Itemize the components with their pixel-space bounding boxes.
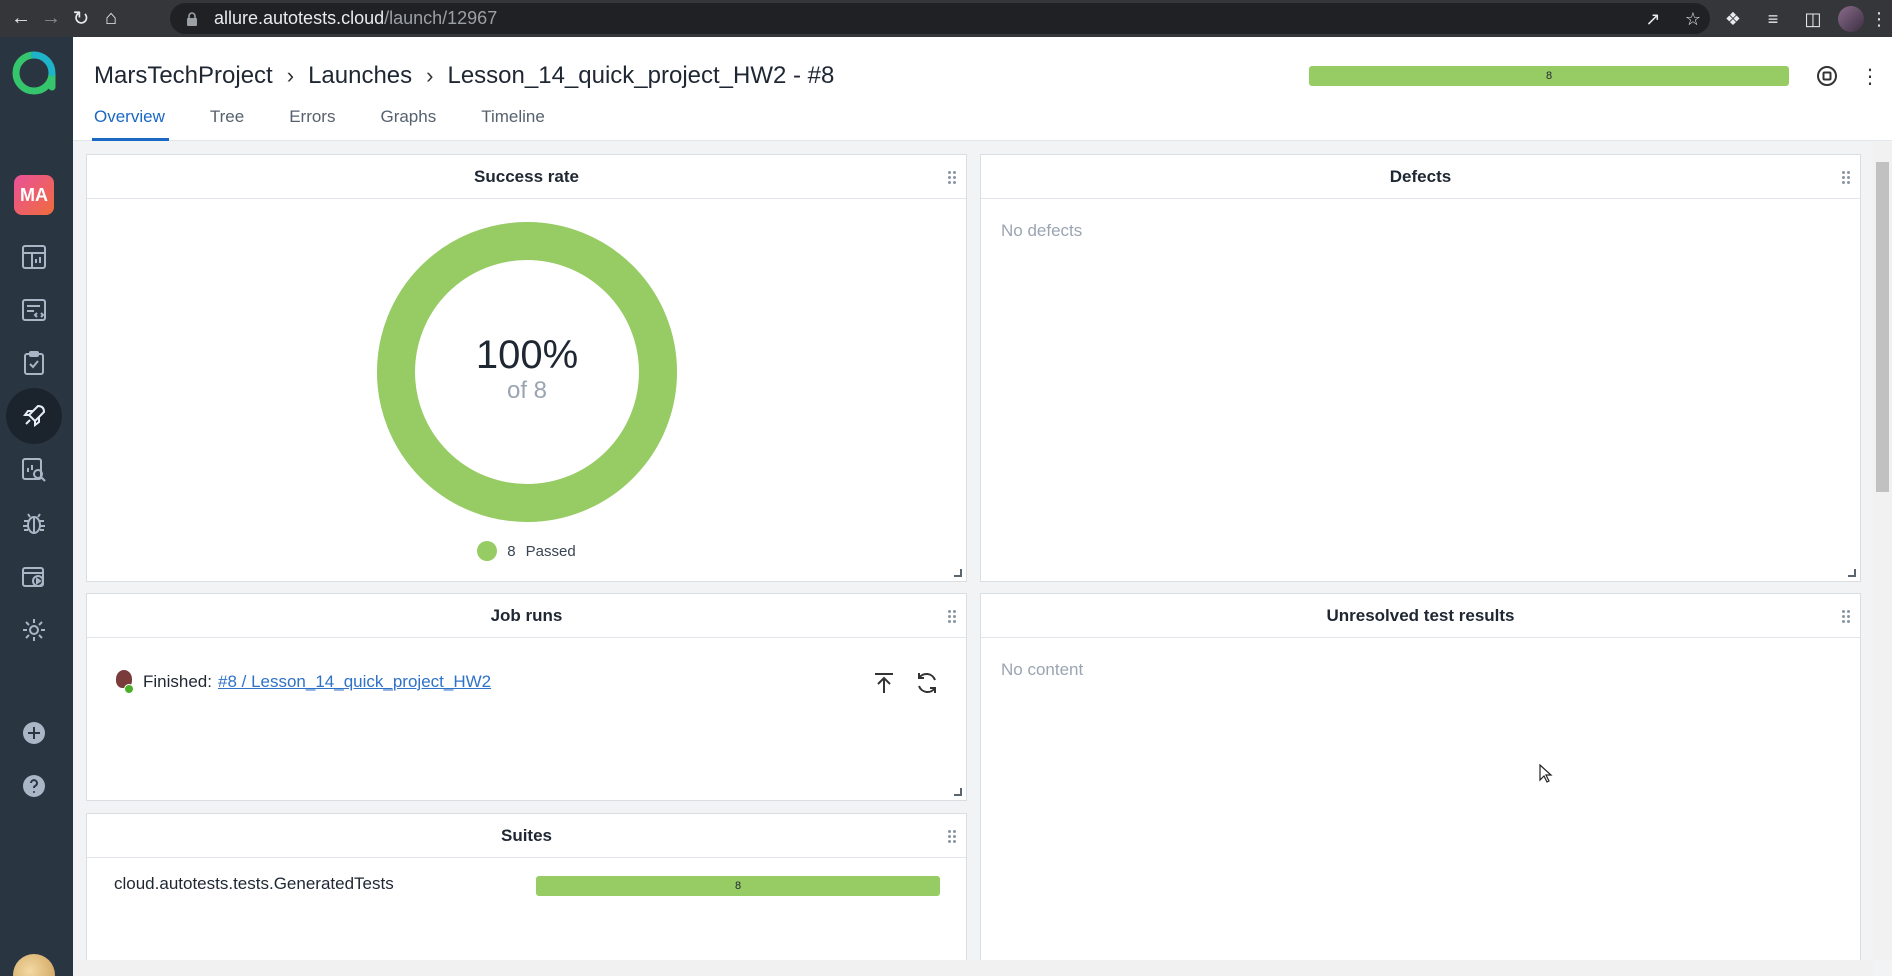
tab-tree[interactable]: Tree [210, 107, 244, 137]
passed-legend-dot [477, 541, 498, 561]
suites-widget: Suites cloud.autotests.tests.GeneratedTe… [86, 813, 967, 960]
widget-title: Job runs [87, 594, 966, 638]
sidebar-item-help[interactable] [6, 758, 62, 814]
breadcrumb-project[interactable]: MarsTechProject [94, 62, 273, 90]
horizontal-scrollbar[interactable] [73, 960, 1873, 976]
unresolved-test-results-widget: Unresolved test results No content [980, 593, 1861, 960]
drag-handle-icon[interactable] [1842, 610, 1852, 624]
sidebar-item-test-cases[interactable] [6, 282, 62, 338]
upload-icon[interactable] [870, 669, 898, 697]
drag-handle-icon[interactable] [948, 171, 958, 185]
dashboard-icon [22, 245, 46, 269]
sidebar-item-defects[interactable] [6, 495, 62, 551]
sidebar-item-analytics[interactable] [6, 442, 62, 498]
stop-launch-icon[interactable] [1812, 61, 1842, 91]
test-plans-icon [24, 351, 44, 375]
defects-widget: Defects No defects [980, 154, 1861, 582]
drag-handle-icon[interactable] [948, 830, 958, 844]
app-sidebar: MA 40 [0, 37, 73, 976]
sidebar-item-dashboards[interactable] [6, 229, 62, 285]
launch-status-count: 8 [1545, 70, 1553, 82]
defects-icon [23, 513, 45, 534]
url-host: allure.autotests.cloud [214, 8, 385, 28]
help-icon [23, 775, 45, 797]
suite-status-bar[interactable]: 8 [536, 876, 940, 896]
widget-title: Unresolved test results [981, 594, 1860, 638]
rerun-icon[interactable] [913, 669, 941, 697]
browser-toolbar: ← → ↻ ⌂ allure.autotests.cloud/launch/12… [0, 0, 1892, 37]
defects-empty-text: No defects [1001, 221, 1083, 240]
passed-label: Passed [525, 542, 576, 560]
more-menu-icon[interactable]: ⋮ [1855, 61, 1885, 91]
drag-handle-icon[interactable] [1842, 171, 1852, 185]
job-run-link[interactable]: #8 / Lesson_14_quick_project_HW2 [218, 672, 491, 692]
extensions-icon[interactable]: ❖ [1718, 4, 1748, 34]
unresolved-empty-text: No content [1001, 660, 1084, 679]
job-run-row: Finished: #8 / Lesson_14_quick_project_H… [115, 670, 491, 694]
scrollbar-thumb[interactable] [1876, 162, 1889, 492]
add-icon [23, 722, 45, 744]
job-runs-widget: Job runs Finished: #8 / Lesson_14_quick_… [86, 593, 967, 801]
forward-icon[interactable]: → [36, 4, 66, 34]
lock-icon [187, 11, 197, 26]
jobs-icon [22, 567, 44, 587]
sidebar-item-add[interactable] [6, 705, 62, 761]
breadcrumb-launch: Lesson_14_quick_project_HW2 - #8 [447, 62, 835, 89]
sidebar-item-launches[interactable] [6, 388, 62, 444]
sidebar-item-settings[interactable] [6, 602, 62, 658]
reload-icon[interactable]: ↻ [66, 4, 96, 34]
passed-count: 8 [507, 542, 516, 560]
side-panel-icon[interactable]: ◫ [1798, 4, 1828, 34]
media-icon[interactable]: ≡ [1758, 4, 1788, 34]
bookmark-star-icon[interactable]: ☆ [1678, 4, 1708, 34]
success-rate-legend: 8 Passed [87, 541, 966, 561]
project-avatar[interactable]: MA [14, 175, 54, 215]
success-rate-widget: Success rate 100% of 8 8 Passed [86, 154, 967, 582]
breadcrumb: MarsTechProject › Launches › Lesson_14_q… [94, 62, 834, 90]
success-rate-total: of 8 [506, 377, 548, 404]
launch-tabs: Overview Tree Errors Graphs Timeline [92, 107, 590, 141]
breadcrumb-launches[interactable]: Launches [308, 62, 412, 90]
widget-title: Defects [981, 155, 1860, 199]
tab-errors[interactable]: Errors [289, 107, 335, 137]
widget-title: Success rate [87, 155, 966, 199]
tab-timeline[interactable]: Timeline [481, 107, 545, 137]
browser-profile-avatar[interactable] [1838, 6, 1864, 32]
address-bar[interactable]: allure.autotests.cloud/launch/12967 [170, 3, 1710, 34]
resize-handle-icon[interactable] [1848, 569, 1856, 577]
drag-handle-icon[interactable] [948, 610, 958, 624]
job-status-label: Finished: [143, 672, 212, 691]
url-path: /launch/12967 [384, 8, 498, 28]
success-rate-percent: 100% [475, 333, 579, 377]
settings-icon [23, 619, 45, 641]
tab-graphs[interactable]: Graphs [380, 107, 436, 137]
job-status-dot [124, 684, 134, 694]
vertical-scrollbar[interactable] [1873, 142, 1892, 960]
sidebar-item-test-plans[interactable] [6, 335, 62, 391]
launches-icon [23, 404, 46, 427]
suite-name[interactable]: cloud.autotests.tests.GeneratedTests [114, 874, 394, 894]
share-icon[interactable]: ↗ [1638, 4, 1668, 34]
test-cases-icon [22, 299, 46, 321]
browser-menu-icon[interactable]: ⋮ [1870, 4, 1888, 34]
resize-handle-icon[interactable] [954, 569, 962, 577]
overview-content: Success rate 100% of 8 8 Passed Defects … [73, 142, 1873, 960]
widget-title: Suites [87, 814, 966, 858]
tab-overview[interactable]: Overview [92, 107, 169, 141]
launch-status-bar[interactable]: 8 [1309, 66, 1789, 86]
user-avatar[interactable]: 40 [13, 954, 55, 976]
chevron-right-icon: › [286, 63, 295, 88]
suite-count: 8 [734, 880, 742, 892]
back-icon[interactable]: ← [6, 4, 36, 34]
resize-handle-icon[interactable] [954, 788, 962, 796]
job-runner-avatar [115, 670, 134, 694]
allure-logo-icon[interactable] [10, 49, 58, 97]
launch-header: MarsTechProject › Launches › Lesson_14_q… [73, 37, 1892, 141]
chevron-right-icon: › [426, 63, 434, 88]
sidebar-item-jobs[interactable] [6, 549, 62, 605]
analytics-icon [22, 458, 46, 482]
mouse-cursor-icon [1539, 764, 1553, 783]
home-icon[interactable]: ⌂ [96, 4, 126, 34]
